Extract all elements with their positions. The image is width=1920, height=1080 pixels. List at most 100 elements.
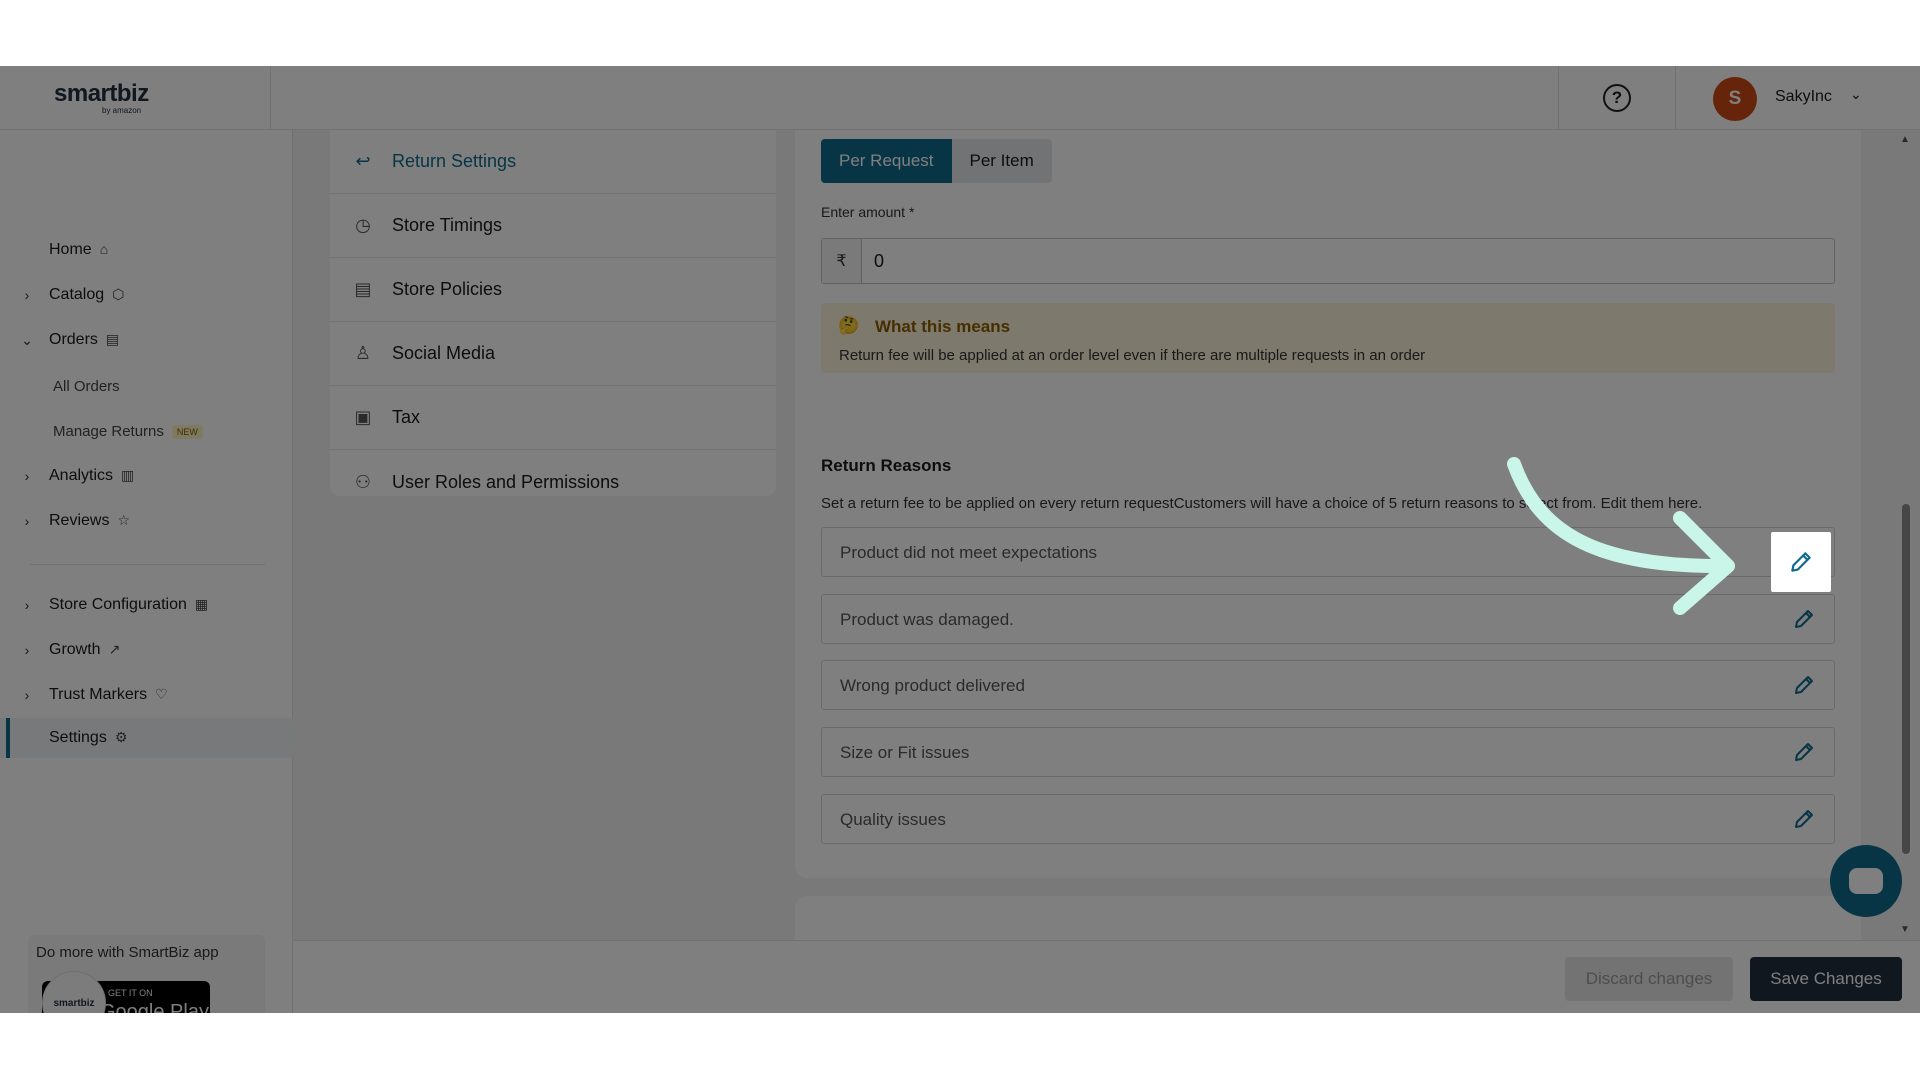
amount-label: Enter amount * xyxy=(821,204,915,220)
sidebar-item-growth[interactable]: › Growth ↗ xyxy=(0,630,293,670)
bar-chart-icon: ▥ xyxy=(121,467,135,483)
trend-up-icon: ↗ xyxy=(108,641,121,657)
help-circle-icon: ? xyxy=(1603,84,1631,112)
page-scrollbar[interactable]: ▲ ▼ xyxy=(1900,134,1912,940)
discard-changes-button[interactable]: Discard changes xyxy=(1565,957,1733,1001)
chevron-down-icon: ⌄ xyxy=(21,331,33,348)
clipboard-icon: ▤ xyxy=(105,331,120,347)
sidebar-item-label: Reviews xyxy=(49,512,110,529)
save-changes-button[interactable]: Save Changes xyxy=(1750,957,1902,1001)
highlighted-edit-button[interactable] xyxy=(1771,532,1831,592)
store-icon: ▦ xyxy=(194,596,209,612)
settings-item-tax[interactable]: ▣ Tax xyxy=(330,386,776,450)
clock-icon: ◷ xyxy=(355,215,371,235)
reason-row: Product did not meet expectations xyxy=(821,527,1835,577)
sidebar-item-label: Orders xyxy=(49,331,98,348)
sidebar-item-catalog[interactable]: › Catalog ⬡ xyxy=(0,275,293,315)
settings-item-social-media[interactable]: ♙ Social Media xyxy=(330,322,776,386)
logo-subtext: by amazon xyxy=(102,106,142,115)
scroll-up-icon[interactable]: ▲ xyxy=(1900,134,1910,145)
sidebar-subitem-all-orders[interactable]: All Orders xyxy=(53,378,120,395)
user-avatar[interactable]: S xyxy=(1713,77,1757,121)
sidebar-subitem-manage-returns[interactable]: Manage Returns NEW xyxy=(53,423,203,440)
settings-item-label: Store Timings xyxy=(392,215,503,235)
chevron-right-icon: › xyxy=(24,468,30,484)
smartbiz-mini-logo-icon[interactable]: smartbiz xyxy=(42,971,106,1013)
scroll-down-icon[interactable]: ▼ xyxy=(1900,924,1910,935)
document-icon: ▤ xyxy=(354,279,372,299)
edit-reason-button[interactable] xyxy=(1788,669,1820,701)
app-promo-card: Do more with SmartBiz app GET IT ON Goog… xyxy=(28,935,265,1013)
sidebar-item-settings[interactable]: Settings ⚙ xyxy=(0,718,293,758)
reason-row: Wrong product delivered xyxy=(821,660,1835,710)
return-reasons-card: Return Reasons Set a return fee to be ap… xyxy=(795,426,1861,878)
info-body: Return fee will be applied at an order l… xyxy=(839,347,1426,364)
sidebar-item-label: Settings xyxy=(49,729,107,746)
sidebar-item-reviews[interactable]: › Reviews ☆ xyxy=(0,501,293,541)
fee-type-toggle: Per Request Per Item xyxy=(821,139,1052,183)
edit-reason-button[interactable] xyxy=(1788,803,1820,835)
thinking-emoji-icon: 🤔 xyxy=(838,316,860,335)
settings-submenu: ↩ Return Settings ◷ Store Timings ▤ Stor… xyxy=(330,130,776,496)
cube-icon: ⬡ xyxy=(112,286,125,302)
chat-support-button[interactable] xyxy=(1830,845,1902,917)
reason-row: Size or Fit issues xyxy=(821,727,1835,777)
chevron-right-icon: › xyxy=(24,287,30,303)
chevron-right-icon: › xyxy=(24,642,30,658)
logo-text: smartbiz xyxy=(54,80,149,107)
pencil-icon xyxy=(1795,676,1813,694)
help-button[interactable]: ? xyxy=(1558,66,1676,130)
sidebar-divider xyxy=(30,564,265,565)
calculator-icon: ▣ xyxy=(354,407,372,427)
sidebar-item-analytics[interactable]: › Analytics ▥ xyxy=(0,456,293,496)
reason-row: Product was damaged. xyxy=(821,594,1835,644)
gear-icon: ⚙ xyxy=(114,729,128,745)
sidebar-item-trust-markers[interactable]: › Trust Markers ♡ xyxy=(0,675,293,715)
sidebar-item-label: Analytics xyxy=(49,467,114,484)
home-icon: ⌂ xyxy=(99,241,109,257)
reason-text: Quality issues xyxy=(840,810,946,829)
settings-item-store-policies[interactable]: ▤ Store Policies xyxy=(330,258,776,322)
sidebar-item-label: Trust Markers xyxy=(49,686,148,703)
edit-reason-button[interactable] xyxy=(1788,736,1820,768)
settings-item-label: Return Settings xyxy=(392,151,517,171)
play-badge-name: Google Play xyxy=(100,1001,209,1013)
sidebar-item-label: Growth xyxy=(49,641,101,658)
info-title: What this means xyxy=(875,317,1011,336)
tab-per-request[interactable]: Per Request xyxy=(821,139,952,183)
scrollbar-thumb[interactable] xyxy=(1902,504,1910,854)
chevron-down-icon[interactable]: ⌄ xyxy=(1850,86,1862,103)
tab-per-item[interactable]: Per Item xyxy=(952,139,1052,183)
return-fee-card: Per Request Per Item Enter amount * ₹ 0 … xyxy=(795,130,1861,466)
sidebar-item-label: Store Configuration xyxy=(49,596,187,613)
sidebar-item-label: Catalog xyxy=(49,286,105,303)
smartbiz-logo[interactable]: smartbiz by amazon xyxy=(54,80,194,115)
settings-item-user-roles[interactable]: ⚇ User Roles and Permissions xyxy=(330,450,776,514)
play-badge-top-text: GET IT ON xyxy=(108,988,153,998)
settings-item-return-settings[interactable]: ↩ Return Settings xyxy=(330,130,776,194)
chevron-right-icon: › xyxy=(24,513,30,529)
header-divider xyxy=(270,66,271,130)
settings-item-label: Social Media xyxy=(392,343,496,363)
pencil-icon xyxy=(1795,810,1813,828)
return-arrow-icon: ↩ xyxy=(355,151,371,171)
pencil-icon xyxy=(1795,610,1813,628)
chevron-right-icon: › xyxy=(24,597,30,613)
new-badge: NEW xyxy=(171,425,203,440)
section-description: Set a return fee to be applied on every … xyxy=(821,495,1703,512)
username[interactable]: SakyInc xyxy=(1775,88,1832,106)
pencil-icon xyxy=(1795,743,1813,761)
sidebar-item-store-configuration[interactable]: › Store Configuration ▦ xyxy=(0,585,293,625)
settings-item-label: Tax xyxy=(392,407,421,427)
star-icon: ☆ xyxy=(117,512,131,528)
edit-reason-button[interactable] xyxy=(1788,603,1820,635)
amount-value[interactable]: 0 xyxy=(874,251,884,272)
rupee-icon: ₹ xyxy=(822,239,862,283)
sidebar-item-orders[interactable]: ⌄ Orders ▤ xyxy=(0,320,293,360)
info-callout: 🤔 What this means Return fee will be app… xyxy=(821,303,1835,373)
reason-text: Size or Fit issues xyxy=(840,743,970,762)
sidebar-item-home[interactable]: Home ⌂ xyxy=(0,230,293,270)
amount-input[interactable]: ₹ 0 xyxy=(821,238,1835,284)
badge-heart-icon: ♡ xyxy=(155,686,168,702)
settings-item-store-timings[interactable]: ◷ Store Timings xyxy=(330,194,776,258)
